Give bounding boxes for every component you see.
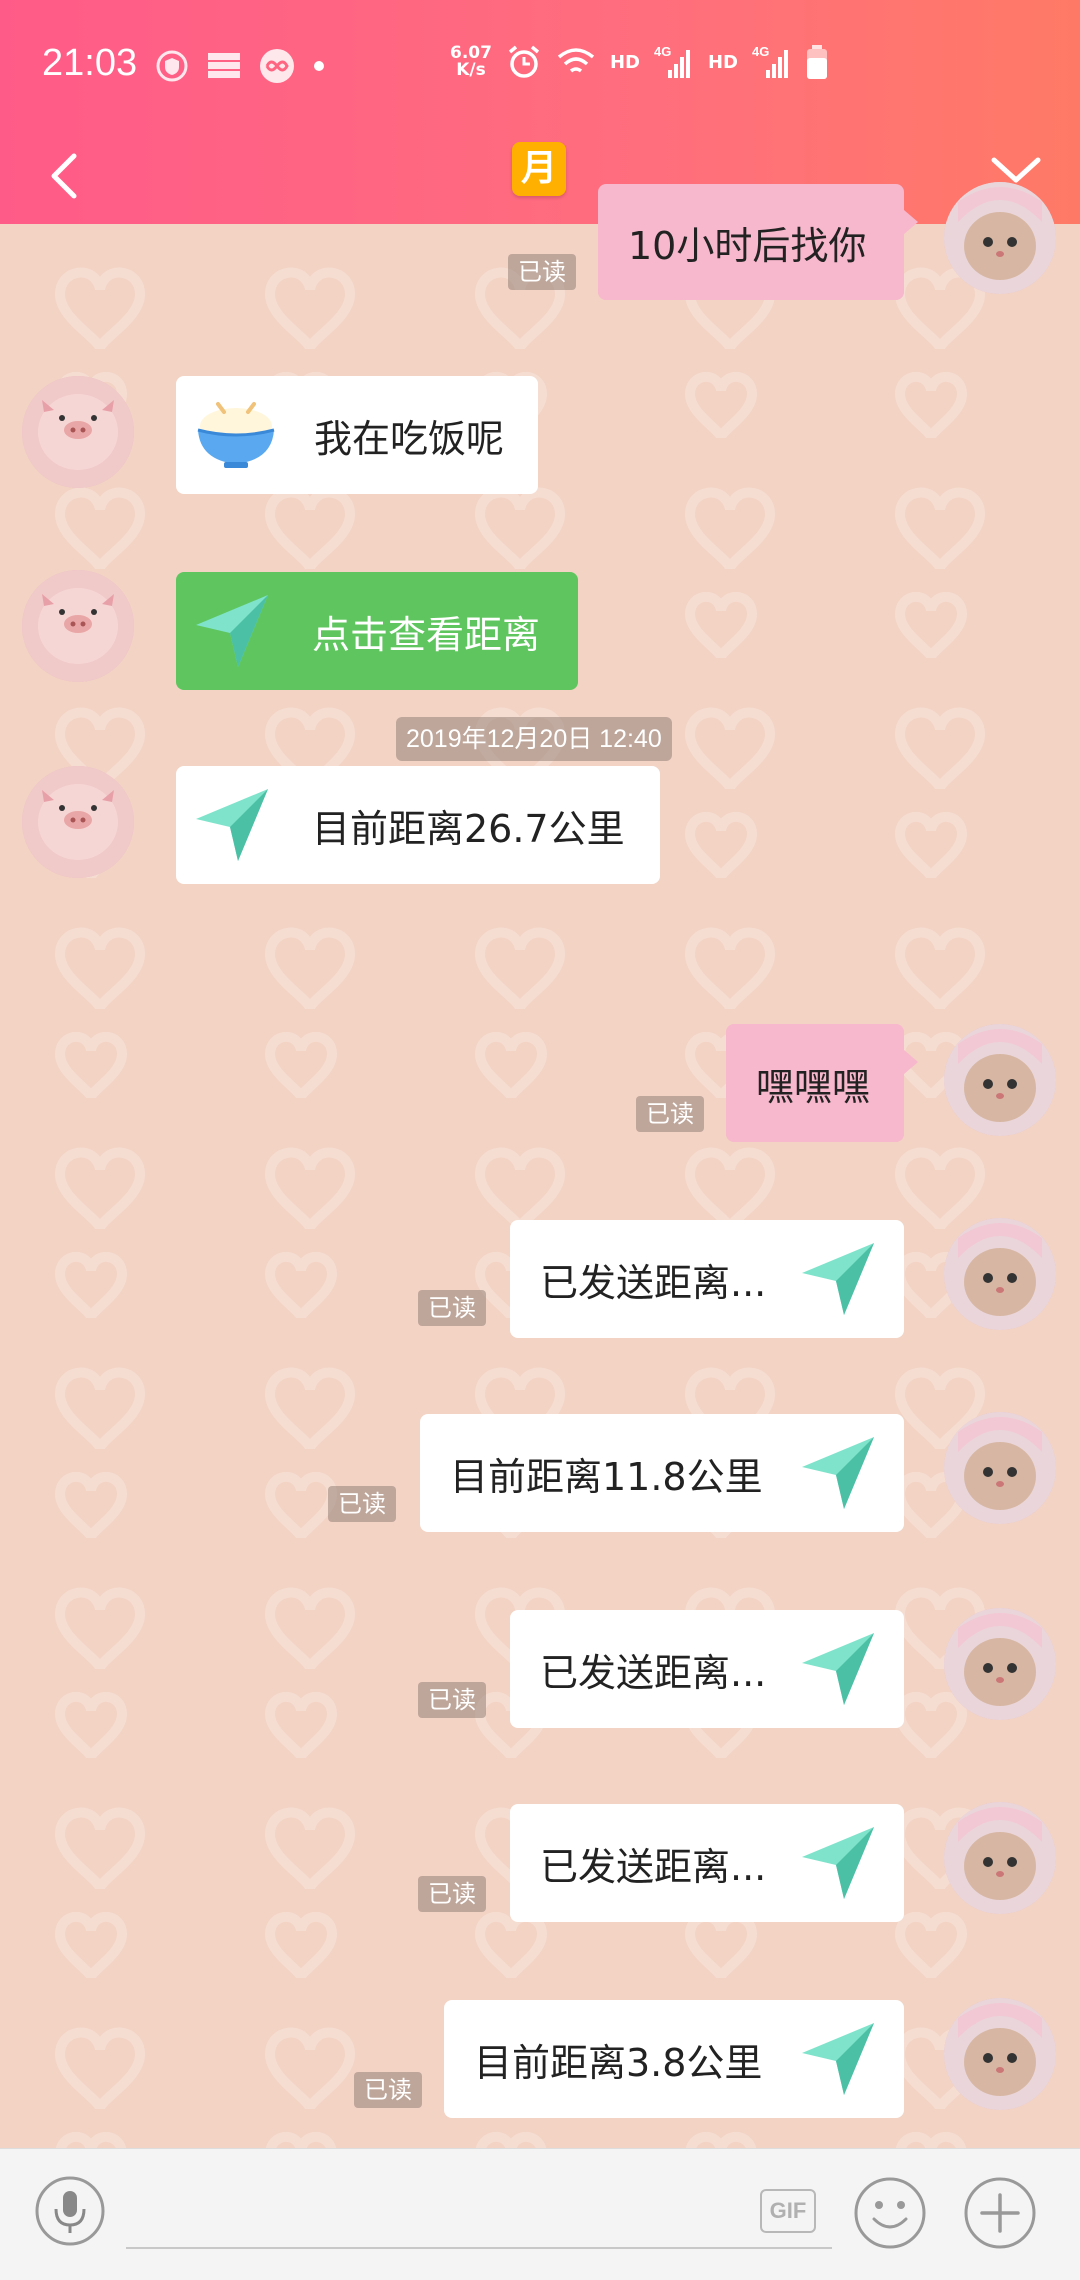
chat-title[interactable]: 月	[512, 142, 566, 196]
message-text: 点击查看距离	[312, 612, 541, 657]
timestamp-divider: 2019年12月20日 12:40	[396, 717, 672, 761]
send-arrow-icon	[196, 789, 268, 861]
message-text: 目前距离26.7公里	[312, 806, 625, 851]
pig-avatar-icon	[22, 376, 134, 488]
message-input[interactable]	[126, 2185, 832, 2249]
pig-avatar-icon	[22, 766, 134, 878]
message-bubble-sent[interactable]: 嘿嘿嘿	[726, 1024, 918, 1142]
message-text: 目前距离3.8公里	[474, 2040, 763, 2085]
send-arrow-icon	[196, 595, 268, 667]
cat-avatar-icon	[944, 1024, 1056, 1136]
input-bar: GIF	[0, 2148, 1080, 2280]
gif-button[interactable]: GIF	[760, 2189, 816, 2233]
avatar-self[interactable]	[944, 182, 1056, 294]
avatar-self[interactable]	[944, 1802, 1056, 1914]
header: 21:03 6.07 K/s HD 4G HD 4G 月	[0, 0, 1080, 224]
message-text: 嘿嘿嘿	[756, 1064, 871, 1109]
location-message-received[interactable]: 目前距离26.7公里	[176, 766, 660, 884]
dot-icon	[314, 61, 324, 71]
avatar-self[interactable]	[944, 1608, 1056, 1720]
server-icon	[208, 53, 240, 78]
alarm-icon	[508, 45, 540, 78]
infinity-icon	[260, 49, 294, 83]
signal-icon: 4G	[654, 44, 690, 78]
message-bubble-received[interactable]: 我在吃饭呢	[176, 376, 538, 494]
emoji-icon[interactable]	[852, 2175, 928, 2251]
read-receipt: 已读	[508, 254, 576, 290]
avatar-contact[interactable]	[22, 570, 134, 682]
svg-text:4G: 4G	[752, 44, 769, 59]
read-receipt: 已读	[636, 1096, 704, 1132]
status-bar: 21:03 6.07 K/s HD 4G HD 4G	[0, 0, 1080, 132]
message-text: 已发送距离...	[540, 1844, 767, 1889]
send-arrow-icon	[802, 2023, 874, 2095]
status-left-icons	[155, 48, 325, 84]
location-message-sent[interactable]: 已发送距离...	[510, 1804, 904, 1922]
avatar-self[interactable]	[944, 1218, 1056, 1330]
read-receipt: 已读	[354, 2072, 422, 2108]
send-arrow-icon	[802, 1633, 874, 1705]
send-arrow-icon	[802, 1827, 874, 1899]
message-bubble-sent[interactable]: 10小时后找你	[598, 184, 918, 300]
message-text: 已发送距离...	[540, 1260, 767, 1305]
send-arrow-icon	[802, 1437, 874, 1509]
message-text: 我在吃饭呢	[314, 416, 505, 461]
message-text: 目前距离11.8公里	[450, 1454, 763, 1499]
location-message-sent[interactable]: 已发送距离...	[510, 1220, 904, 1338]
read-receipt: 已读	[418, 1290, 486, 1326]
nav-bar: 月	[0, 132, 1080, 224]
shield-icon	[156, 50, 188, 82]
cat-avatar-icon	[944, 1412, 1056, 1524]
avatar-self[interactable]	[944, 1024, 1056, 1136]
rice-bowl-icon	[197, 402, 275, 468]
status-time: 21:03	[42, 42, 138, 84]
svg-text:4G: 4G	[654, 44, 671, 59]
cat-avatar-icon	[944, 1608, 1056, 1720]
location-message-sent[interactable]: 目前距离11.8公里	[420, 1414, 904, 1532]
back-button[interactable]	[40, 138, 120, 218]
message-text: 10小时后找你	[628, 223, 867, 268]
avatar-contact[interactable]	[22, 376, 134, 488]
cat-avatar-icon	[944, 1998, 1056, 2110]
message-text: 已发送距离...	[540, 1650, 767, 1695]
battery-icon	[806, 45, 827, 79]
cat-avatar-icon	[944, 1802, 1056, 1914]
avatar-contact[interactable]	[22, 766, 134, 878]
read-receipt: 已读	[418, 1876, 486, 1912]
status-right-icons: 6.07 K/s HD 4G HD 4G	[450, 44, 828, 80]
net-speed-unit: K/s	[456, 60, 486, 80]
wifi-icon	[557, 48, 595, 73]
location-request-button[interactable]: 点击查看距离	[176, 572, 578, 690]
location-message-sent[interactable]: 已发送距离...	[510, 1610, 904, 1728]
cat-avatar-icon	[944, 182, 1056, 294]
hd-label-2: HD	[707, 51, 738, 73]
microphone-icon[interactable]	[34, 2175, 106, 2247]
send-arrow-icon	[802, 1243, 874, 1315]
cat-avatar-icon	[944, 1218, 1056, 1330]
plus-icon[interactable]	[962, 2175, 1038, 2251]
avatar-self[interactable]	[944, 1412, 1056, 1524]
pig-avatar-icon	[22, 570, 134, 682]
hd-label-1: HD	[609, 51, 640, 73]
avatar-self[interactable]	[944, 1998, 1056, 2110]
read-receipt: 已读	[418, 1682, 486, 1718]
signal-icon: 4G	[752, 44, 788, 78]
read-receipt: 已读	[328, 1486, 396, 1522]
location-message-sent[interactable]: 目前距离3.8公里	[444, 2000, 904, 2118]
